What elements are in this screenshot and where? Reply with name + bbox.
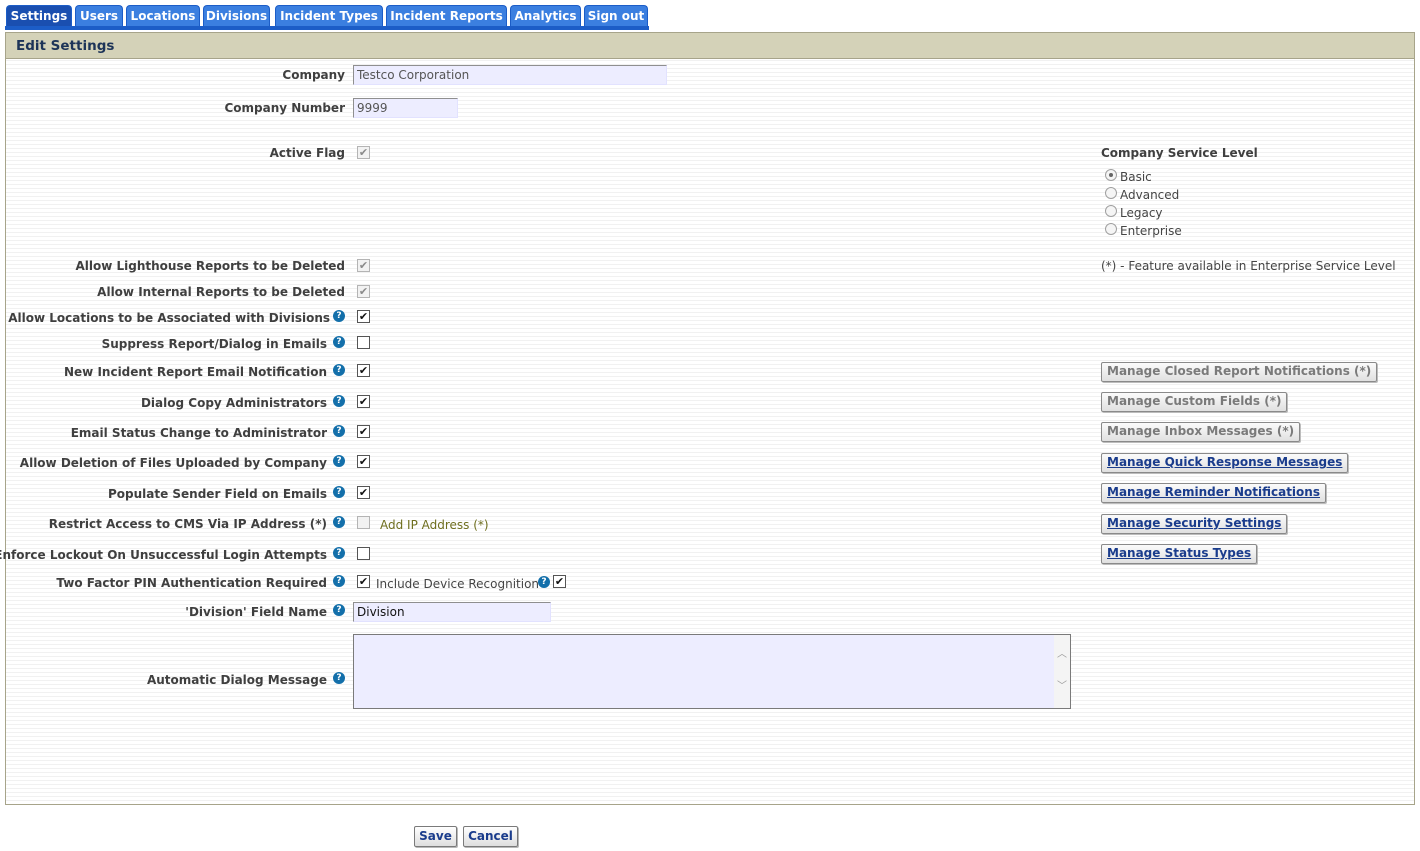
new-incident-email-label: New Incident Report Email Notification [64, 365, 327, 379]
radio-basic-label: Basic [1120, 170, 1152, 184]
manage-inbox-messages-button[interactable]: Manage Inbox Messages (*) [1101, 422, 1301, 442]
tab-locations[interactable]: Locations [126, 5, 200, 26]
division-field-name-input[interactable] [353, 602, 551, 622]
help-icon[interactable]: ? [333, 455, 345, 467]
tab-sign-out[interactable]: Sign out [584, 5, 648, 26]
suppress-report-dialog-checkbox[interactable] [357, 336, 370, 349]
enforce-lockout-checkbox[interactable] [357, 547, 370, 560]
include-device-recognition-checkbox[interactable]: ✔ [553, 575, 566, 588]
textarea-scrollbar[interactable]: ︿ ﹀ [1054, 635, 1070, 708]
tab-analytics[interactable]: Analytics [510, 5, 581, 26]
two-factor-label: Two Factor PIN Authentication Required [56, 576, 327, 590]
allow-locations-divisions-label: Allow Locations to be Associated with Di… [8, 311, 330, 325]
enterprise-note: (*) - Feature available in Enterprise Se… [1101, 259, 1396, 273]
help-icon[interactable]: ? [333, 364, 345, 376]
radio-enterprise[interactable] [1105, 223, 1117, 235]
company-number-field[interactable] [353, 98, 458, 118]
active-flag-label: Active Flag [269, 146, 345, 160]
help-icon[interactable]: ? [538, 576, 550, 588]
help-icon[interactable]: ? [333, 672, 345, 684]
manage-status-types-button[interactable]: Manage Status Types [1101, 544, 1258, 564]
manage-reminder-notifications-button[interactable]: Manage Reminder Notifications [1101, 483, 1326, 503]
help-icon[interactable]: ? [333, 547, 345, 559]
enforce-lockout-label: Enforce Lockout On Unsuccessful Login At… [0, 548, 327, 562]
panel-title: Edit Settings [6, 33, 1414, 59]
help-icon[interactable]: ? [333, 310, 345, 322]
tab-users[interactable]: Users [75, 5, 123, 26]
add-ip-address-link[interactable]: Add IP Address (*) [380, 518, 489, 532]
allow-internal-delete-label: Allow Internal Reports to be Deleted [97, 285, 345, 299]
service-level-title: Company Service Level [1101, 146, 1258, 160]
chevron-down-icon[interactable]: ﹀ [1056, 681, 1068, 693]
restrict-ip-label: Restrict Access to CMS Via IP Address (*… [48, 517, 327, 531]
tab-bar: Settings Users Locations Divisions Incid… [5, 5, 649, 30]
allow-deletion-files-checkbox[interactable]: ✔ [357, 455, 370, 468]
radio-advanced[interactable] [1105, 187, 1117, 199]
include-device-recognition-label: Include Device Recognition [376, 577, 540, 591]
help-icon[interactable]: ? [333, 395, 345, 407]
allow-lighthouse-delete-label: Allow Lighthouse Reports to be Deleted [75, 259, 345, 273]
tab-settings[interactable]: Settings [6, 5, 72, 26]
manage-closed-report-notifications-button[interactable]: Manage Closed Report Notifications (*) [1101, 362, 1378, 382]
tab-incident-reports[interactable]: Incident Reports [386, 5, 507, 26]
company-number-label: Company Number [224, 101, 345, 115]
email-status-change-label: Email Status Change to Administrator [70, 426, 327, 440]
suppress-report-dialog-label: Suppress Report/Dialog in Emails [101, 337, 327, 351]
help-icon[interactable]: ? [333, 516, 345, 528]
tab-incident-types[interactable]: Incident Types [275, 5, 383, 26]
allow-internal-delete-checkbox[interactable]: ✔ [357, 285, 370, 298]
cancel-button[interactable]: Cancel [463, 826, 518, 847]
dialog-copy-admins-checkbox[interactable]: ✔ [357, 395, 370, 408]
radio-legacy[interactable] [1105, 205, 1117, 217]
radio-enterprise-label: Enterprise [1120, 224, 1182, 238]
company-label: Company [282, 68, 345, 82]
save-button[interactable]: Save [414, 826, 457, 847]
radio-basic[interactable] [1105, 169, 1117, 181]
populate-sender-label: Populate Sender Field on Emails [107, 487, 327, 501]
manage-quick-response-messages-button[interactable]: Manage Quick Response Messages [1101, 453, 1349, 473]
help-icon[interactable]: ? [333, 336, 345, 348]
auto-dialog-message-label: Automatic Dialog Message [146, 673, 327, 687]
auto-dialog-message-textarea[interactable]: ︿ ﹀ [353, 634, 1071, 709]
help-icon[interactable]: ? [333, 604, 345, 616]
help-icon[interactable]: ? [333, 486, 345, 498]
dialog-copy-admins-label: Dialog Copy Administrators [140, 396, 327, 410]
tab-divisions[interactable]: Divisions [203, 5, 270, 26]
allow-lighthouse-delete-checkbox[interactable]: ✔ [357, 259, 370, 272]
two-factor-checkbox[interactable]: ✔ [357, 575, 370, 588]
new-incident-email-checkbox[interactable]: ✔ [357, 364, 370, 377]
allow-locations-divisions-checkbox[interactable]: ✔ [357, 310, 370, 323]
restrict-ip-checkbox[interactable] [357, 516, 370, 529]
populate-sender-checkbox[interactable]: ✔ [357, 486, 370, 499]
radio-legacy-label: Legacy [1120, 206, 1163, 220]
email-status-change-checkbox[interactable]: ✔ [357, 425, 370, 438]
active-flag-checkbox[interactable]: ✔ [357, 146, 370, 159]
radio-advanced-label: Advanced [1120, 188, 1180, 202]
allow-deletion-files-label: Allow Deletion of Files Uploaded by Comp… [19, 456, 327, 470]
chevron-up-icon[interactable]: ︿ [1056, 649, 1068, 661]
help-icon[interactable]: ? [333, 575, 345, 587]
company-field[interactable] [353, 65, 667, 85]
manage-security-settings-button[interactable]: Manage Security Settings [1101, 514, 1288, 534]
division-field-name-label: 'Division' Field Name [185, 605, 327, 619]
help-icon[interactable]: ? [333, 425, 345, 437]
manage-custom-fields-button[interactable]: Manage Custom Fields (*) [1101, 392, 1288, 412]
